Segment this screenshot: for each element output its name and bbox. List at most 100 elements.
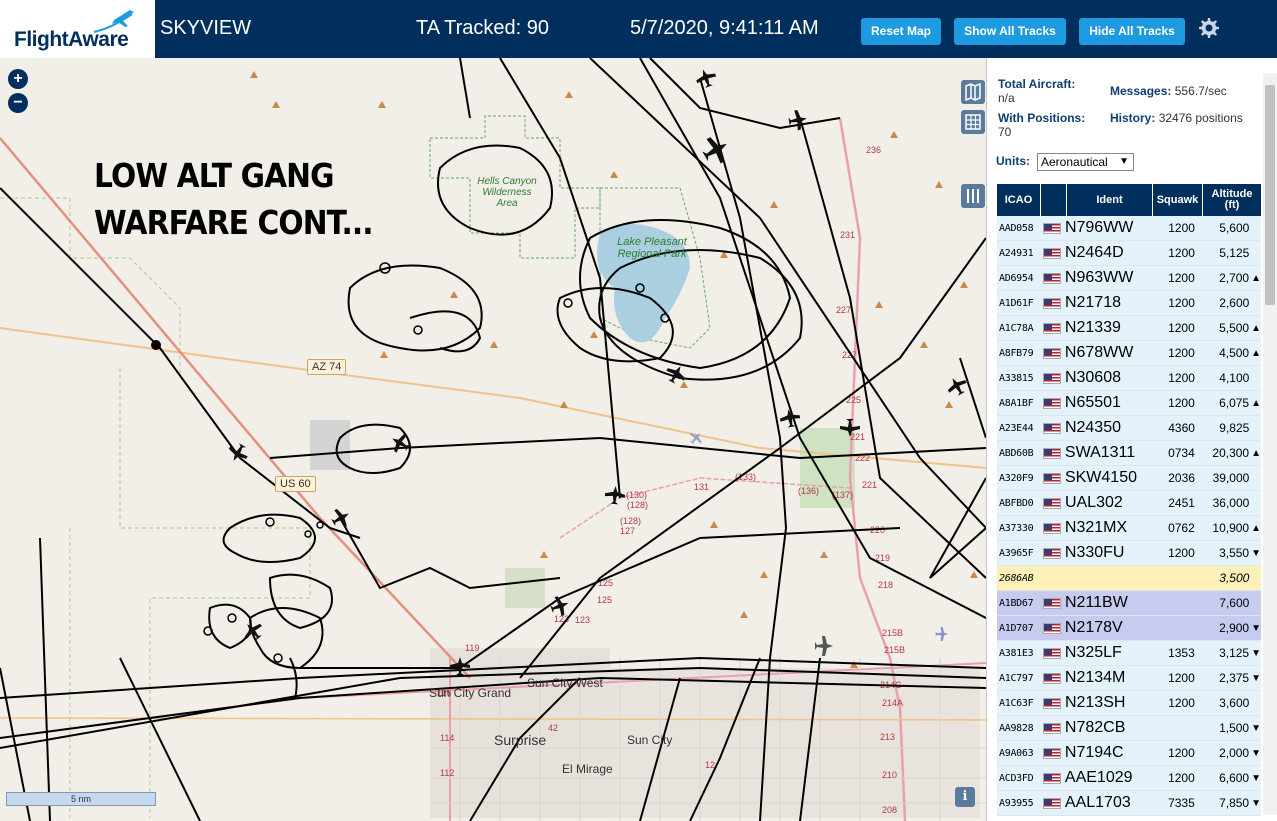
squawk-cell [1148,616,1197,640]
squawk-cell: 0762 [1168,521,1195,535]
ident-cell: N21718 [1064,294,1121,311]
column-squawk[interactable]: Squawk [1153,184,1203,216]
table-row[interactable]: A320F9 SKW4150 2036 39,000 [997,466,1261,491]
us-flag-icon [1043,622,1062,634]
icao-cell: AD6954 [999,272,1034,284]
grid-icon [965,114,981,130]
table-row[interactable]: A23E44 N24350 4360 9,825 [997,416,1261,441]
us-flag-icon [1043,247,1062,259]
flag-cell [1040,616,1065,640]
svg-text:221: 221 [862,480,877,490]
svg-text:114: 114 [440,733,454,743]
el-mirage-label: El Mirage [562,762,613,776]
info-button[interactable]: i [955,787,975,807]
ident-cell: N213SH [1064,694,1126,711]
ident-cell: N330FU [1064,544,1125,561]
reset-map-button[interactable]: Reset Map [861,18,941,45]
column-ident[interactable]: Ident [1067,184,1153,216]
flightaware-logo[interactable]: FlightAware [0,0,155,58]
table-scrollbar[interactable] [1263,73,1277,815]
gear-icon[interactable] [1196,16,1220,40]
flag-cell [1040,416,1065,440]
table-row[interactable]: A9A063 N7194C 1200 2,000 ▼ [997,741,1261,766]
altitude-cell: 5,125 [1219,246,1250,260]
zoom-out-button[interactable]: − [8,93,28,113]
table-row[interactable]: A1BD67 N211BW 7,600 [997,591,1261,616]
svg-text:123: 123 [575,615,590,625]
scrollbar-thumb[interactable] [1265,85,1275,305]
table-row[interactable]: A1C797 N2134M 1200 2,375 ▼ [997,666,1261,691]
az74-shield: AZ 74 [307,359,347,375]
table-row[interactable]: A381E3 N325LF 1353 3,125 ▼ [997,641,1261,666]
ident-cell: N796WW [1064,219,1134,236]
icao-cell: A24931 [999,247,1034,259]
table-row[interactable]: ABFBD0 UAL302 2451 36,000 [997,491,1261,516]
ident-cell: N2178V [1064,619,1123,636]
ident-cell: SWA1311 [1064,444,1136,461]
hide-all-tracks-button[interactable]: Hide All Tracks [1079,18,1185,45]
table-row[interactable]: ACD3FD AAE1029 1200 6,600 ▼ [997,766,1261,791]
icao-cell: A9A063 [999,747,1034,759]
altitude-trend-icon: ▲ [1251,272,1261,284]
squawk-cell: 1200 [1168,271,1195,285]
table-row[interactable]: A33815 N30608 1200 4,100 [997,366,1261,391]
with-positions-value: 70 [998,125,1012,139]
icao-cell: ACD3FD [999,772,1034,784]
zoom-in-button[interactable]: + [8,69,28,89]
map-layers-button[interactable] [961,80,985,104]
us-flag-icon [1043,747,1062,759]
table-row[interactable]: AA9828 N782CB 1,500 ▼ [997,716,1261,741]
table-row[interactable]: A1D61F N21718 1200 2,600 [997,291,1261,316]
map-view[interactable]: 236 231 227 227 225 221 222 221 220 219 218 215B… [0,58,986,821]
squawk-cell [1148,566,1197,590]
table-row[interactable]: A1C78A N21339 1200 5,500 ▲ [997,316,1261,341]
column-icao[interactable]: ICAO [997,184,1041,216]
table-row[interactable]: A8A1BF N65501 1200 6,075 ▲ [997,391,1261,416]
table-row[interactable]: ABD60B SWA1311 0734 20,300 ▲ [997,441,1261,466]
column-altitude[interactable]: Altitude (ft) [1203,184,1261,216]
svg-text:125: 125 [597,595,612,605]
table-row[interactable]: A1C63F N213SH 1200 3,600 [997,691,1261,716]
grid-toggle-button[interactable] [961,110,985,134]
altitude-trend-icon: ▲ [1251,522,1261,534]
svg-text:215B: 215B [884,645,905,655]
table-row[interactable]: A1D707 N2178V 2,900 ▼ [997,616,1261,641]
us-flag-icon [1043,297,1062,309]
columns-icon [967,189,979,203]
flag-cell [1040,491,1065,515]
table-row[interactable]: A3965F N330FU 1200 3,550 ▼ [997,541,1261,566]
altitude-trend-icon [1251,366,1261,390]
squawk-cell [1148,716,1197,740]
units-select[interactable]: Aeronautical ▼ [1037,153,1134,171]
history-value: 32476 positions [1158,111,1243,125]
table-row[interactable]: A8FB79 N678WW 1200 4,500 ▲ [997,341,1261,366]
icao-cell: A320F9 [999,472,1034,484]
ident-cell: N963WW [1064,269,1134,286]
table-row[interactable]: AAD058 N796WW 1200 5,600 [997,216,1261,241]
altitude-cell: 3,550 [1219,546,1250,560]
svg-text:(136): (136) [798,486,819,496]
squawk-cell [1148,591,1197,615]
ident-cell: N325LF [1064,644,1122,661]
table-row[interactable]: A37330 N321MX 0762 10,900 ▲ [997,516,1261,541]
column-flag[interactable] [1041,184,1067,216]
table-row[interactable]: 2686AB 3,500 [997,566,1261,591]
flag-cell [1040,516,1065,540]
altitude-trend-icon: ▲ [1251,347,1261,359]
columns-toggle-button[interactable] [961,184,985,208]
table-row[interactable]: AD6954 N963WW 1200 2,700 ▲ [997,266,1261,291]
table-row[interactable]: A93955 AAL1703 7335 7,850 ▼ [997,791,1261,816]
altitude-trend-icon [1251,466,1261,490]
icao-cell: 2686AB [999,572,1034,584]
squawk-cell: 1200 [1168,546,1195,560]
map-scale-bar: 5 nm [6,792,156,806]
altitude-cell: 10,900 [1212,521,1250,535]
us-flag-icon [1043,797,1062,809]
show-all-tracks-button[interactable]: Show All Tracks [954,18,1066,45]
altitude-trend-icon [1251,591,1261,615]
svg-text:(128): (128) [620,516,641,526]
table-row[interactable]: A24931 N2464D 1200 5,125 [997,241,1261,266]
icao-cell: A1D707 [999,622,1034,634]
overlay-caption-line1: LOW ALT GANG [94,156,335,195]
flag-cell [1040,441,1065,465]
